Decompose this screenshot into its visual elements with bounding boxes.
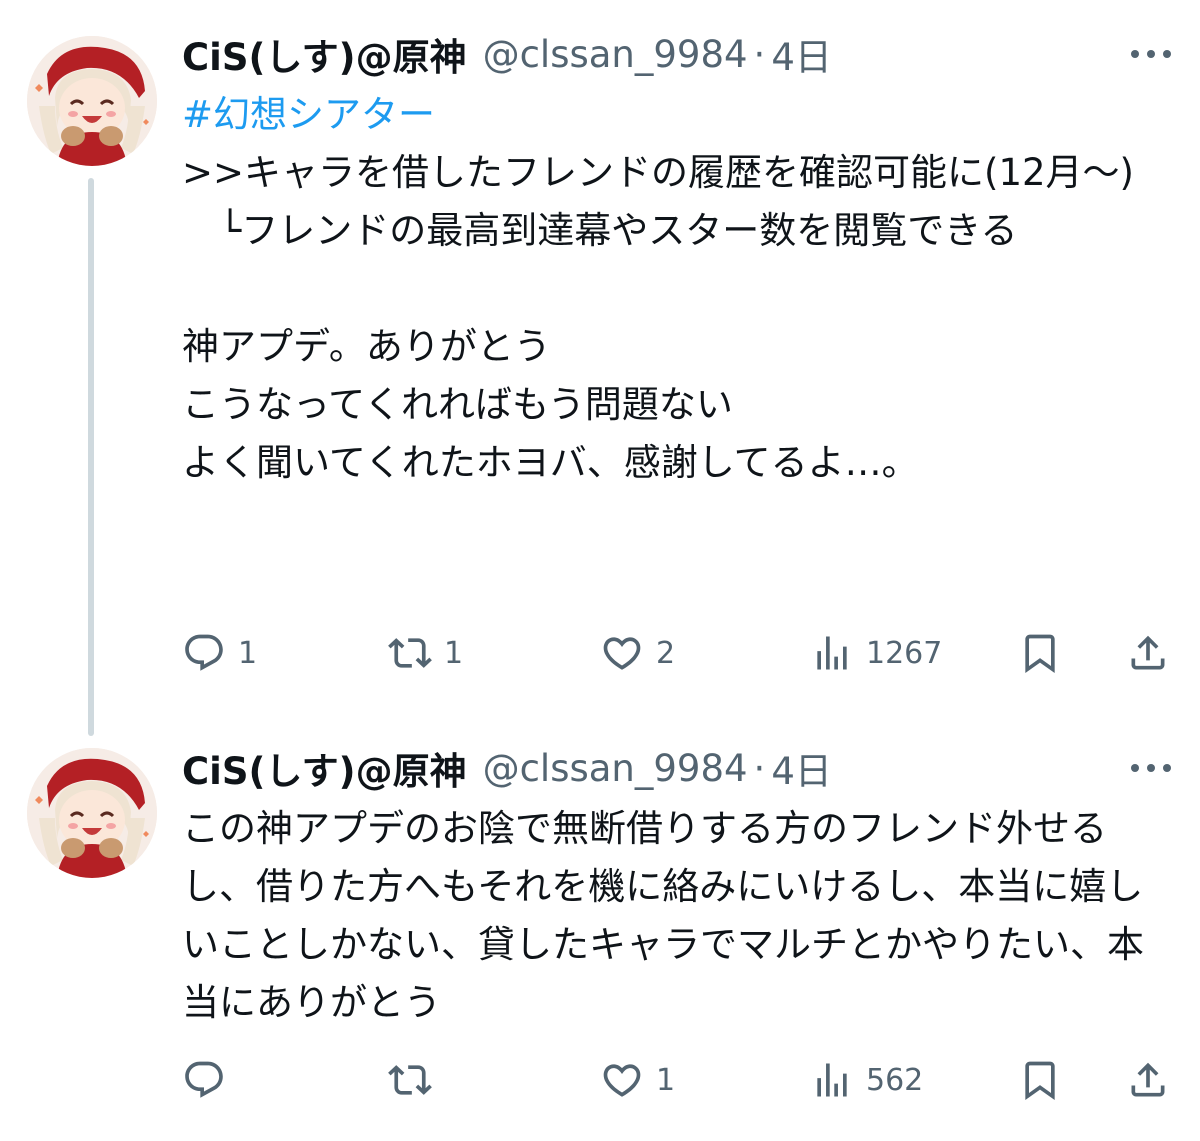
bookmark-button[interactable]	[1018, 1055, 1062, 1105]
like-icon	[600, 1058, 644, 1102]
like-count: 1	[656, 1062, 676, 1098]
tweet-2[interactable]: CiS(しす)@原神 @clssan_9984 · 4日 この神アプデのお陰で無…	[0, 0, 1200, 1141]
more-icon[interactable]	[1128, 758, 1174, 778]
user-handle[interactable]: @clssan_9984	[483, 747, 748, 790]
reply-icon	[182, 1058, 226, 1102]
reply-button[interactable]	[182, 1055, 238, 1105]
share-button[interactable]	[1126, 1055, 1170, 1105]
retweet-icon	[388, 1058, 432, 1102]
tweet-text: この神アプデのお陰で無断借りする方のフレンド外せるし、借りた方へもそれを機に絡み…	[182, 807, 1144, 1024]
avatar[interactable]	[27, 748, 157, 878]
like-button[interactable]: 1	[600, 1055, 675, 1105]
views-icon	[810, 1058, 854, 1102]
action-bar: 1 562	[182, 1055, 1172, 1105]
views-button[interactable]: 562	[810, 1055, 923, 1105]
retweet-button[interactable]	[388, 1055, 444, 1105]
tweet-header: CiS(しす)@原神 @clssan_9984 · 4日	[182, 738, 832, 798]
bookmark-icon	[1018, 1058, 1062, 1102]
timestamp[interactable]: 4日	[771, 741, 832, 795]
separator-dot: ·	[753, 746, 766, 790]
share-icon	[1126, 1058, 1170, 1102]
display-name[interactable]: CiS(しす)@原神	[182, 741, 467, 795]
views-count: 562	[866, 1062, 924, 1098]
